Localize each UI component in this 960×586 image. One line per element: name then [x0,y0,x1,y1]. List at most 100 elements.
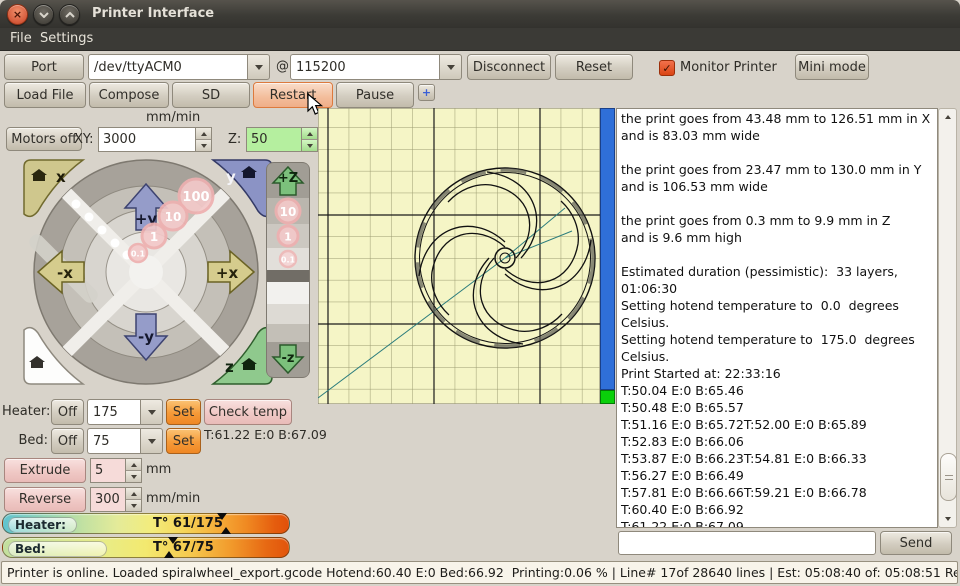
scroll-up-button[interactable] [939,109,956,125]
window-close-button[interactable]: × [7,4,28,25]
heater-off-button[interactable]: Off [51,399,84,425]
xy-feed-up[interactable] [196,128,211,140]
current-layer-marker [600,390,615,404]
z-feed-up[interactable] [302,128,317,140]
bed-temp-value[interactable]: 75 [87,428,140,454]
bed-current-marker [164,551,174,558]
scrollbar-thumb[interactable] [940,453,957,501]
heater-temp-combobox[interactable]: 175 [87,399,163,425]
extrude-length-spinner[interactable]: 5 [90,458,142,483]
baud-combobox[interactable]: 115200 [290,54,462,80]
svg-text:x: x [56,168,66,186]
log-console[interactable]: the print goes from 43.48 mm to 126.51 m… [616,108,938,528]
z-step-0-1[interactable]: 0.1 [280,251,296,267]
bed-temp-dropdown-arrow[interactable] [140,428,163,454]
reverse-speed-up[interactable] [126,488,141,500]
log-line: T:61.22 E:0 B:67.09 [621,518,933,528]
layer-progress-bar[interactable] [600,108,615,390]
z-feed-spinner[interactable]: 50 [246,127,318,152]
port-combobox[interactable]: /dev/ttyACM0 [88,54,270,80]
mini-mode-button[interactable]: Mini mode [795,54,869,80]
menu-file[interactable]: File [6,30,36,48]
heater-gauge-label: Heater: [8,517,77,533]
svg-text:+x: +x [216,264,239,282]
extrude-length-value[interactable]: 5 [90,458,126,483]
extrude-length-down[interactable] [126,471,141,482]
window-minimize-button[interactable] [33,4,54,25]
log-line: T:51.16 E:0 B:65.72T:52.00 E:0 B:65.89 [621,416,933,433]
heater-current-marker [221,527,231,534]
port-button[interactable]: Port [4,54,84,80]
z-step-10[interactable]: 10 [276,199,300,223]
log-line: and is 9.6 mm high [621,229,933,246]
z-feed-label: Z: [228,132,241,147]
check-temp-button[interactable]: Check temp [204,399,292,425]
bed-gauge: Bed: T° 67/75 [2,537,290,558]
pause-button[interactable]: Pause [336,82,414,108]
xy-jog-pad[interactable]: +y -y -x +x 100 10 1 0.1 [20,156,276,388]
monitor-printer-checkbox[interactable]: ✓ [659,60,675,76]
reverse-speed-spinner[interactable]: 300 [90,487,142,512]
gcode-viewer-canvas[interactable] [318,108,600,404]
chevron-up-icon [65,12,75,18]
log-line: T:60.40 E:0 B:66.92 [621,501,933,518]
reverse-speed-down[interactable] [126,500,141,511]
add-custom-button[interactable]: + [418,84,435,101]
z-feed-down[interactable] [302,140,317,151]
reverse-speed-value[interactable]: 300 [90,487,126,512]
port-dropdown-arrow[interactable] [247,54,270,80]
window-maximize-button[interactable] [59,4,80,25]
bed-gauge-label: Bed: [8,541,107,557]
heater-set-button[interactable]: Set [166,399,201,425]
chevron-down-icon [148,410,156,415]
reverse-button[interactable]: Reverse [4,487,86,512]
z-step-1[interactable]: 1 [278,226,298,246]
svg-text:y: y [226,168,236,186]
extrude-button[interactable]: Extrude [4,458,86,483]
bed-set-button[interactable]: Set [166,428,201,454]
load-file-button[interactable]: Load File [4,82,86,108]
log-line: the print goes from 23.47 mm to 130.0 mm… [621,161,933,178]
triangle-down-icon [945,517,951,521]
reset-button[interactable]: Reset [555,54,633,80]
svg-text:-z: -z [282,351,295,366]
sd-button[interactable]: SD [172,82,250,108]
bed-off-button[interactable]: Off [51,428,84,454]
jog-step-0-1[interactable]: 0.1 [129,244,147,262]
log-line: T:50.04 E:0 B:65.46 [621,382,933,399]
z-feed-value[interactable]: 50 [246,127,302,152]
port-value[interactable]: /dev/ttyACM0 [88,54,247,80]
xy-feed-down[interactable] [196,140,211,151]
baud-at-label: @ [276,59,289,74]
extrude-length-up[interactable] [126,459,141,471]
menu-settings[interactable]: Settings [36,30,97,48]
monitor-printer-label: Monitor Printer [680,60,777,75]
bed-gauge-temp: T° 67/75 [153,540,214,555]
baud-value[interactable]: 115200 [290,54,439,80]
chevron-down-icon [255,65,263,70]
svg-text:-y: -y [138,328,154,346]
xy-feed-value[interactable]: 3000 [98,127,196,152]
heater-temp-value[interactable]: 175 [87,399,140,425]
command-input[interactable] [618,531,876,555]
log-line: T:57.81 E:0 B:66.66T:59.21 E:0 B:66.78 [621,484,933,501]
scroll-down-button[interactable] [939,511,956,527]
heater-temp-dropdown-arrow[interactable] [140,399,163,425]
log-scrollbar[interactable] [938,108,957,528]
jog-step-10[interactable]: 10 [159,202,187,230]
jog-step-1[interactable]: 1 [142,224,166,248]
printer-interface-window: × Printer Interface File Settings Port /… [0,0,960,586]
send-button[interactable]: Send [880,531,952,555]
log-line: and is 83.03 mm wide [621,127,933,144]
svg-text:z: z [225,358,234,376]
xy-feed-spinner[interactable]: 3000 [98,127,212,152]
disconnect-button[interactable]: Disconnect [467,54,551,80]
log-line: the print goes from 43.48 mm to 126.51 m… [621,110,933,127]
chevron-down-icon [39,12,49,18]
motors-off-button[interactable]: Motors off [6,127,82,151]
z-jog-column[interactable]: +Z 10 1 0.1 -z [266,162,310,378]
baud-dropdown-arrow[interactable] [439,54,462,80]
svg-text:-x: -x [57,264,73,282]
bed-temp-combobox[interactable]: 75 [87,428,163,454]
compose-button[interactable]: Compose [89,82,169,108]
